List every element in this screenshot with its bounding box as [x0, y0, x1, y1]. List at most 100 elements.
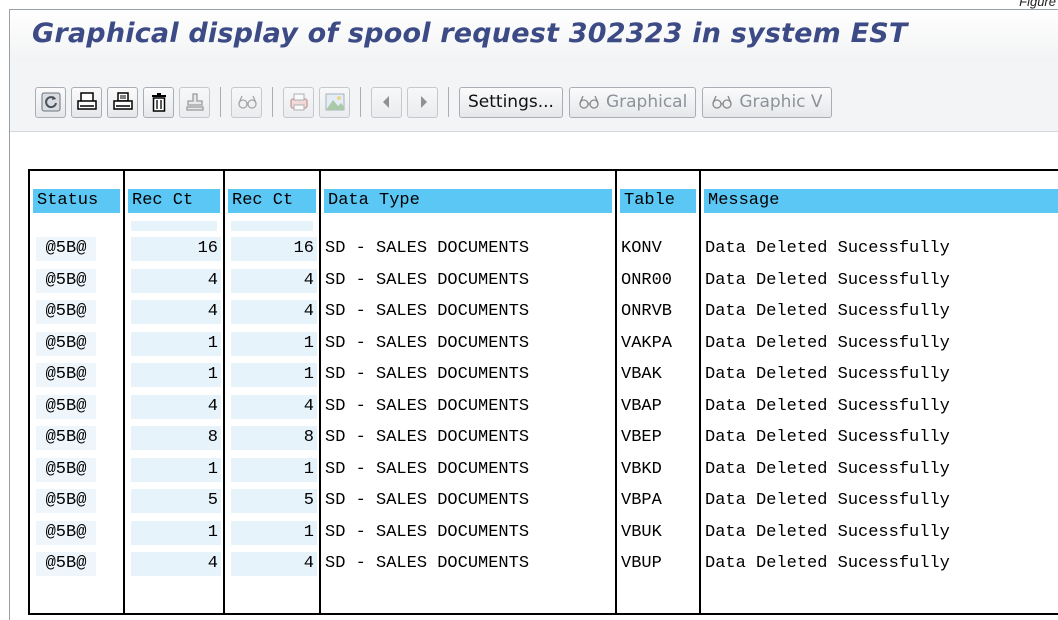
application-toolbar: Settings... Graphical Graphic V	[35, 84, 1058, 120]
delete-icon	[151, 93, 166, 112]
cell-table: VBEP	[621, 428, 662, 447]
print-icon	[76, 92, 97, 110]
graphic-view-button[interactable]: Graphic V	[702, 86, 832, 118]
stamp-button[interactable]	[179, 86, 210, 118]
header-spacer	[30, 221, 1058, 231]
cell-rec-ct-1: 1	[131, 363, 221, 387]
cell-rec-ct-1: 8	[131, 426, 221, 450]
cell-table: VBUK	[621, 522, 662, 542]
next-page-button[interactable]	[407, 86, 438, 118]
table-header-row: Status Rec Ct Rec Ct Data Type Table Message	[30, 189, 1058, 213]
column-header-message: Message	[704, 189, 1058, 213]
cell-table: VBAK	[621, 365, 662, 384]
table-row[interactable]: @5B@ 1 1 SD - SALES DOCUMENTS VBKD Data Delet…	[30, 457, 1058, 482]
numeric-band	[231, 221, 313, 231]
cell-message: Data Deleted Sucessfully	[705, 333, 950, 353]
previous-page-button[interactable]	[371, 86, 402, 118]
cell-rec-ct-2: 4	[231, 552, 317, 576]
cell-data-type: SD - SALES DOCUMENTS	[325, 270, 530, 290]
settings-button[interactable]: Settings...	[459, 86, 563, 118]
cell-rec-ct-2: 16	[231, 237, 317, 261]
table-row[interactable]: @5B@ 4 4 SD - SALES DOCUMENTS VBUP Data Delet…	[30, 552, 1058, 576]
title-bar: Graphical display of spool request 30232…	[10, 10, 1058, 62]
print-preview-button[interactable]	[107, 86, 138, 118]
cell-rec-ct-2: 1	[231, 363, 317, 387]
cell-status: @5B@	[36, 300, 96, 324]
cell-rec-ct-2: 1	[231, 331, 317, 356]
toolbar-separator	[272, 87, 273, 117]
cell-rec-ct-1: 4	[131, 394, 221, 419]
print-preview-icon	[112, 92, 133, 110]
spool-content: Status Rec Ct Rec Ct Data Type Table Message @…	[10, 131, 1058, 620]
display-button[interactable]	[231, 86, 262, 118]
cell-rec-ct-2: 8	[231, 426, 317, 450]
column-header-status: Status	[33, 189, 120, 213]
cell-rec-ct-2: 4	[231, 268, 317, 293]
cell-data-type: SD - SALES DOCUMENTS	[325, 396, 530, 416]
cell-rec-ct-1: 16	[131, 237, 221, 261]
table-row[interactable]: @5B@ 16 16 SD - SALES DOCUMENTS KONV Data Del…	[30, 237, 1058, 261]
cell-message: Data Deleted Sucessfully	[705, 522, 950, 542]
spool-window: Graphical display of spool request 30232…	[9, 9, 1058, 620]
cell-status: @5B@	[36, 331, 96, 356]
cell-rec-ct-2: 4	[231, 300, 317, 324]
glasses-icon	[712, 95, 732, 109]
column-header-data-type: Data Type	[324, 189, 612, 213]
print-layout-icon	[289, 93, 308, 111]
cell-data-type: SD - SALES DOCUMENTS	[325, 428, 530, 447]
cell-message: Data Deleted Sucessfully	[705, 396, 950, 416]
refresh-icon	[41, 92, 60, 112]
landscape-icon	[325, 93, 344, 111]
table-row[interactable]: @5B@ 5 5 SD - SALES DOCUMENTS VBPA Data Delet…	[30, 489, 1058, 513]
cell-data-type: SD - SALES DOCUMENTS	[325, 302, 530, 321]
settings-button-label: Settings...	[468, 92, 554, 112]
cell-table: VBUP	[621, 554, 662, 573]
cell-rec-ct-2: 4	[231, 394, 317, 419]
cell-status: @5B@	[36, 363, 96, 387]
table-row[interactable]: @5B@ 4 4 SD - SALES DOCUMENTS ONR00 Data Dele…	[30, 268, 1058, 293]
spool-list-table: Status Rec Ct Rec Ct Data Type Table Message @…	[28, 169, 1058, 615]
cell-status: @5B@	[36, 237, 96, 261]
cell-table: VBPA	[621, 491, 662, 510]
cell-status: @5B@	[36, 426, 96, 450]
cell-data-type: SD - SALES DOCUMENTS	[325, 333, 530, 353]
table-row[interactable]: @5B@ 4 4 SD - SALES DOCUMENTS VBAP Data Delet…	[30, 394, 1058, 419]
cell-table: ONRVB	[621, 302, 673, 321]
toolbar-separator	[448, 87, 449, 117]
cell-rec-ct-1: 1	[131, 331, 221, 356]
figure-label: Figure	[1019, 0, 1056, 9]
graphical-button[interactable]: Graphical	[568, 86, 697, 118]
column-header-table: Table	[620, 189, 696, 213]
cell-table: ONR00	[621, 270, 673, 290]
table-row[interactable]: @5B@ 1 1 SD - SALES DOCUMENTS VBUK Data Delet…	[30, 520, 1058, 545]
cell-data-type: SD - SALES DOCUMENTS	[325, 491, 530, 510]
cell-data-type: SD - SALES DOCUMENTS	[325, 239, 530, 258]
toolbar-separator	[360, 87, 361, 117]
landscape-button[interactable]	[319, 86, 350, 118]
cell-rec-ct-1: 4	[131, 552, 221, 576]
graphic-view-button-label: Graphic V	[739, 92, 823, 112]
previous-page-icon	[382, 96, 389, 108]
cell-message: Data Deleted Sucessfully	[705, 491, 950, 510]
table-row[interactable]: @5B@ 1 1 SD - SALES DOCUMENTS VBAK Data Delet…	[30, 363, 1058, 387]
cell-rec-ct-1: 1	[131, 520, 221, 545]
cell-table: VAKPA	[621, 333, 673, 353]
cell-status: @5B@	[36, 520, 96, 545]
cell-status: @5B@	[36, 268, 96, 293]
refresh-button[interactable]	[35, 86, 66, 118]
graphical-button-label: Graphical	[605, 92, 688, 112]
cell-message: Data Deleted Sucessfully	[705, 239, 950, 258]
numeric-band	[131, 221, 217, 231]
delete-button[interactable]	[143, 86, 174, 118]
cell-rec-ct-1: 4	[131, 268, 221, 293]
print-button[interactable]	[71, 86, 102, 118]
stamp-icon	[185, 93, 204, 111]
print-layout-button[interactable]	[283, 86, 314, 118]
cell-rec-ct-1: 1	[131, 457, 221, 482]
table-row[interactable]: @5B@ 1 1 SD - SALES DOCUMENTS VAKPA Data Dele…	[30, 331, 1058, 356]
cell-data-type: SD - SALES DOCUMENTS	[325, 522, 530, 542]
cell-message: Data Deleted Sucessfully	[705, 270, 950, 290]
table-row[interactable]: @5B@ 8 8 SD - SALES DOCUMENTS VBEP Data Delet…	[30, 426, 1058, 450]
next-page-icon	[420, 96, 427, 108]
table-row[interactable]: @5B@ 4 4 SD - SALES DOCUMENTS ONRVB Data Dele…	[30, 300, 1058, 324]
